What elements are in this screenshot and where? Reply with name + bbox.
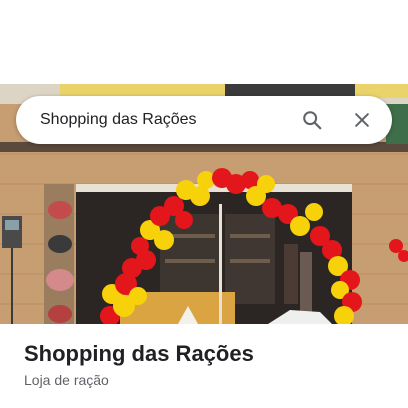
place-category: Loja de ração — [24, 372, 109, 388]
search-input[interactable]: Shopping das Rações — [40, 111, 290, 129]
place-title: Shopping das Rações — [24, 341, 254, 366]
close-button[interactable] — [340, 98, 384, 142]
close-icon — [355, 113, 369, 127]
search-icon — [303, 111, 322, 130]
search-button[interactable] — [290, 98, 334, 142]
place-info[interactable]: Shopping das Rações Loja de ração — [24, 340, 392, 390]
search-bar[interactable]: Shopping das Rações — [16, 96, 392, 144]
